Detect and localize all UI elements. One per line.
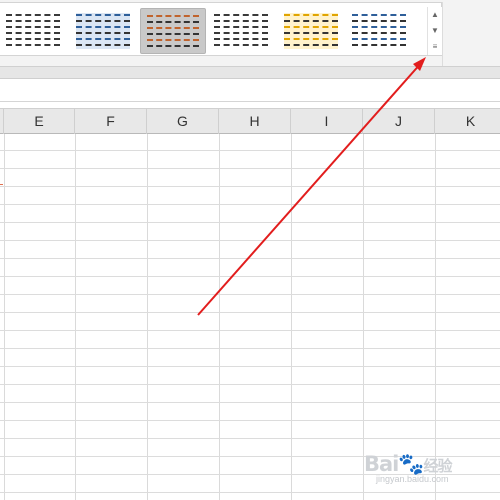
row-gridline	[0, 438, 500, 439]
column-gridline	[219, 134, 220, 500]
column-header-g[interactable]: G	[147, 109, 219, 134]
row-gridline	[0, 366, 500, 367]
column-header-k[interactable]: K	[435, 109, 500, 134]
table-style-5[interactable]	[278, 8, 344, 54]
row-gridline	[0, 330, 500, 331]
style-preview-row	[6, 26, 60, 28]
row-gridline	[0, 240, 500, 241]
style-preview-row	[76, 32, 130, 34]
style-preview-row	[6, 44, 60, 46]
style-preview-row	[352, 14, 406, 16]
style-preview-row	[284, 14, 338, 16]
row-gridline	[0, 276, 500, 277]
style-preview-row	[147, 45, 199, 47]
style-preview	[147, 14, 199, 48]
row-gridline	[0, 258, 500, 259]
style-preview-row	[214, 26, 268, 28]
row-gridline	[0, 402, 500, 403]
style-preview-row	[214, 38, 268, 40]
column-gridline	[4, 134, 5, 500]
column-gridline	[435, 134, 436, 500]
style-preview-row	[6, 14, 60, 16]
style-preview-row	[214, 20, 268, 22]
style-preview-row	[147, 33, 199, 35]
style-preview-row	[352, 20, 406, 22]
style-preview-row	[76, 38, 130, 40]
row-gridline	[0, 204, 500, 205]
watermark-brand: Bai	[364, 452, 399, 476]
style-preview-row	[284, 44, 338, 46]
style-preview	[76, 13, 130, 49]
style-preview-row	[284, 38, 338, 40]
watermark-url: jingyan.baidu.com	[376, 474, 449, 484]
column-header-i[interactable]: I	[291, 109, 363, 134]
column-gridline	[75, 134, 76, 500]
scroll-down-icon[interactable]: ▼	[428, 23, 442, 39]
column-header-f[interactable]: F	[75, 109, 147, 134]
row-gridline	[0, 348, 500, 349]
style-preview-row	[147, 15, 199, 17]
more-styles-icon[interactable]: ≡	[428, 39, 442, 55]
column-header-h[interactable]: H	[219, 109, 291, 134]
ribbon-separator	[442, 2, 443, 66]
scroll-up-icon[interactable]: ▲	[428, 7, 442, 23]
style-preview	[284, 13, 338, 49]
style-preview	[6, 13, 60, 49]
style-preview	[352, 13, 406, 49]
style-preview-row	[284, 20, 338, 22]
table-style-6[interactable]	[346, 8, 412, 54]
style-preview-row	[214, 44, 268, 46]
gallery-scrollbar: ▲ ▼ ≡	[427, 7, 442, 55]
ribbon: ▲ ▼ ≡	[0, 0, 500, 67]
watermark-suffix: 经验	[423, 457, 453, 475]
row-gridline	[0, 420, 500, 421]
style-preview-row	[352, 44, 406, 46]
formula-bar[interactable]	[0, 79, 500, 102]
row-gridline	[0, 492, 500, 493]
style-preview-row	[284, 26, 338, 28]
table-style-3[interactable]	[140, 8, 206, 54]
row-gridline	[0, 312, 500, 313]
style-preview-row	[6, 38, 60, 40]
worksheet-grid[interactable]	[0, 134, 500, 500]
style-preview-row	[352, 26, 406, 28]
table-styles-gallery: ▲ ▼ ≡	[0, 2, 442, 56]
style-preview-row	[6, 20, 60, 22]
row-gridline	[0, 384, 500, 385]
style-preview-row	[352, 38, 406, 40]
column-header-j[interactable]: J	[363, 109, 435, 134]
style-preview-row	[147, 39, 199, 41]
table-style-2[interactable]	[70, 8, 136, 54]
column-header-row: E F G H I J K	[0, 108, 500, 134]
baidu-jingyan-watermark: Bai🐾经验 jingyan.baidu.com	[362, 450, 492, 486]
style-preview-row	[147, 27, 199, 29]
style-preview-row	[76, 14, 130, 16]
style-preview-row	[214, 32, 268, 34]
style-preview-row	[214, 14, 268, 16]
row-gridline	[0, 222, 500, 223]
style-preview-row	[6, 32, 60, 34]
style-preview	[214, 13, 268, 49]
column-gridline	[291, 134, 292, 500]
paw-icon: 🐾	[398, 452, 424, 476]
row-gridline	[0, 168, 500, 169]
style-preview-row	[76, 20, 130, 22]
style-preview-row	[76, 26, 130, 28]
row-gridline	[0, 150, 500, 151]
row-gridline	[0, 294, 500, 295]
column-gridline	[363, 134, 364, 500]
column-header-e[interactable]: E	[4, 109, 75, 134]
row-gridline	[0, 186, 500, 187]
ribbon-gap	[0, 67, 500, 79]
style-preview-row	[76, 44, 130, 46]
style-preview-row	[147, 21, 199, 23]
row-marker	[0, 184, 3, 185]
table-style-4[interactable]	[208, 8, 274, 54]
table-style-1[interactable]	[0, 8, 66, 54]
column-gridline	[147, 134, 148, 500]
style-preview-row	[284, 32, 338, 34]
style-preview-row	[352, 32, 406, 34]
